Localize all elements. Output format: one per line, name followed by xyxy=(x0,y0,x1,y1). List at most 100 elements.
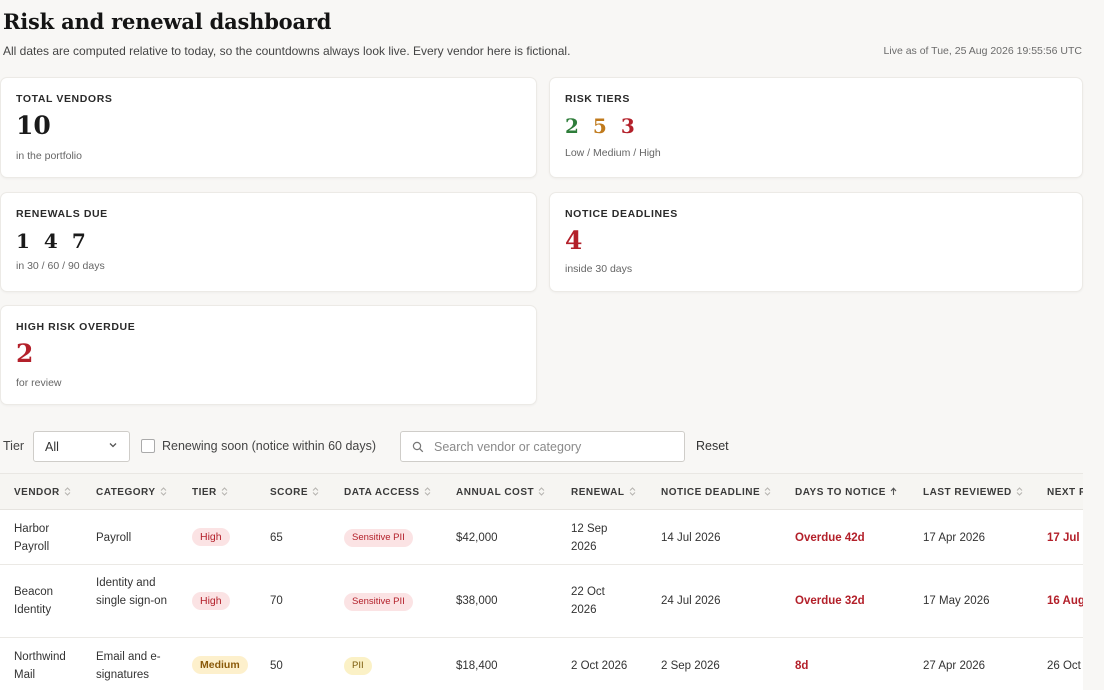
renewal-cell: 22 Oct 2026 xyxy=(571,586,605,616)
renewal-cell: 2 Oct 2026 xyxy=(571,660,628,672)
col-last-reviewed[interactable]: LAST REVIEWED xyxy=(923,487,1023,498)
data-access-cell: PII xyxy=(344,656,372,675)
renewal-cell: 12 Sep 2026 xyxy=(571,523,608,553)
sort-icon xyxy=(424,487,430,496)
renewals-due-card: RENEWALS DUE 147 in 30 / 60 / 90 days xyxy=(0,192,537,292)
annual-cost-cell: $18,400 xyxy=(456,660,498,672)
annual-cost-cell: $38,000 xyxy=(456,595,498,607)
data-access-badge: Sensitive PII xyxy=(344,593,413,611)
col-annual-cost[interactable]: ANNUAL COST xyxy=(456,487,545,498)
vendor-table: VENDOR CATEGORY TIER SCORE DATA ACCESS A… xyxy=(0,473,1083,690)
table-header: VENDOR CATEGORY TIER SCORE DATA ACCESS A… xyxy=(0,474,1083,510)
last-reviewed-cell: 17 Apr 2026 xyxy=(923,532,986,544)
col-renewal[interactable]: RENEWAL xyxy=(571,487,636,498)
data-access-badge: PII xyxy=(344,657,372,675)
notice-deadline-cell: 2 Sep 2026 xyxy=(661,660,720,672)
search-icon xyxy=(412,441,424,453)
col-score[interactable]: SCORE xyxy=(270,487,319,498)
low-tier-count: 2 xyxy=(565,114,579,138)
days-to-notice-cell: Overdue 32d xyxy=(795,595,865,607)
card-sub: in 30 / 60 / 90 days xyxy=(16,260,105,272)
search-input[interactable] xyxy=(434,438,674,456)
card-value: 2 xyxy=(16,339,34,368)
card-sub: inside 30 days xyxy=(565,263,633,275)
renewals-60-count: 4 xyxy=(43,229,58,253)
medium-tier-count: 5 xyxy=(592,114,607,138)
category-cell: Identity and single sign-on xyxy=(96,577,167,607)
next-review-cell: 17 Jul xyxy=(1047,532,1080,544)
tier-badge: Medium xyxy=(192,656,248,674)
category-cell: Email and e-signatures xyxy=(96,651,161,681)
data-access-cell: Sensitive PII xyxy=(344,528,413,547)
card-value: 4 xyxy=(565,226,583,255)
sort-icon xyxy=(160,487,166,496)
col-data-access[interactable]: DATA ACCESS xyxy=(344,487,431,498)
table-row[interactable]: Beacon Identity Identity and single sign… xyxy=(0,566,1083,638)
annual-cost-cell: $42,000 xyxy=(456,532,498,544)
tier-badge: High xyxy=(192,592,230,610)
card-label: NOTICE DEADLINES xyxy=(565,208,678,220)
tier-cell: High xyxy=(192,592,230,610)
tier-cell: High xyxy=(192,528,230,546)
notice-deadline-cell: 14 Jul 2026 xyxy=(661,532,721,544)
vendor-name: Harbor Payroll xyxy=(14,523,50,553)
days-to-notice-cell: 8d xyxy=(795,660,809,672)
tier-filter-label: Tier xyxy=(3,439,25,453)
high-risk-overdue-card: HIGH RISK OVERDUE 2 for review xyxy=(0,305,537,405)
vendor-name: Northwind Mail xyxy=(14,651,66,681)
card-sub: Low / Medium / High xyxy=(565,147,661,159)
card-value: 147 xyxy=(16,229,86,253)
sort-icon xyxy=(64,487,71,496)
last-reviewed-cell: 27 Apr 2026 xyxy=(923,660,986,672)
card-sub: for review xyxy=(16,377,62,389)
card-value: 253 xyxy=(565,114,635,138)
score-cell: 70 xyxy=(270,595,283,607)
table-row[interactable]: Northwind Mail Email and e-signatures Me… xyxy=(0,639,1083,690)
notice-deadline-cell: 24 Jul 2026 xyxy=(661,595,721,607)
tier-cell: Medium xyxy=(192,656,248,674)
risk-tiers-card: RISK TIERS 253 Low / Medium / High xyxy=(549,77,1083,178)
col-next-review[interactable]: NEXT R xyxy=(1047,487,1083,498)
high-tier-count: 3 xyxy=(620,114,635,138)
col-vendor[interactable]: VENDOR xyxy=(14,487,71,498)
vendor-name: Beacon Identity xyxy=(14,586,54,616)
col-days-to-notice[interactable]: DAYS TO NOTICE xyxy=(795,487,897,498)
next-review-cell: 16 Aug xyxy=(1047,595,1083,607)
renewing-soon-checkbox[interactable] xyxy=(141,439,155,453)
total-vendors-card: TOTAL VENDORS 10 in the portfolio xyxy=(0,77,537,178)
tier-badge: High xyxy=(192,528,230,546)
card-label: RENEWALS DUE xyxy=(16,208,108,220)
score-cell: 65 xyxy=(270,532,283,544)
notice-deadlines-card: NOTICE DEADLINES 4 inside 30 days xyxy=(549,192,1083,292)
tier-select[interactable]: All xyxy=(33,431,130,462)
days-to-notice-cell: Overdue 42d xyxy=(795,532,865,544)
reset-button[interactable]: Reset xyxy=(696,439,729,453)
data-access-badge: Sensitive PII xyxy=(344,529,413,547)
renewing-soon-label[interactable]: Renewing soon (notice within 60 days) xyxy=(162,439,376,453)
live-timestamp: Live as of Tue, 25 Aug 2026 19:55:56 UTC xyxy=(883,45,1082,57)
search-box[interactable] xyxy=(400,431,685,462)
sort-icon xyxy=(221,487,228,496)
data-access-cell: Sensitive PII xyxy=(344,592,413,611)
last-reviewed-cell: 17 May 2026 xyxy=(923,595,990,607)
sort-icon xyxy=(312,487,319,496)
sort-icon xyxy=(629,487,635,496)
next-review-cell: 26 Oct xyxy=(1047,660,1081,672)
sort-icon xyxy=(1016,487,1023,496)
page-title: Risk and renewal dashboard xyxy=(3,9,332,34)
sort-icon xyxy=(764,487,771,496)
card-sub: in the portfolio xyxy=(16,150,82,162)
renewals-90-count: 7 xyxy=(71,229,86,253)
card-label: HIGH RISK OVERDUE xyxy=(16,321,136,333)
score-cell: 50 xyxy=(270,660,283,672)
page-subtitle: All dates are computed relative to today… xyxy=(3,44,571,58)
table-row[interactable]: Harbor Payroll Payroll High 65 Sensitive… xyxy=(0,511,1083,565)
chevron-down-icon xyxy=(109,443,117,448)
col-tier[interactable]: TIER xyxy=(192,487,228,498)
col-notice-deadline[interactable]: NOTICE DEADLINE xyxy=(661,487,771,498)
col-category[interactable]: CATEGORY xyxy=(96,487,167,498)
card-label: TOTAL VENDORS xyxy=(16,93,113,105)
tier-select-value: All xyxy=(45,440,59,454)
renewals-30-count: 1 xyxy=(16,229,30,253)
sort-ascending-icon xyxy=(890,487,897,495)
